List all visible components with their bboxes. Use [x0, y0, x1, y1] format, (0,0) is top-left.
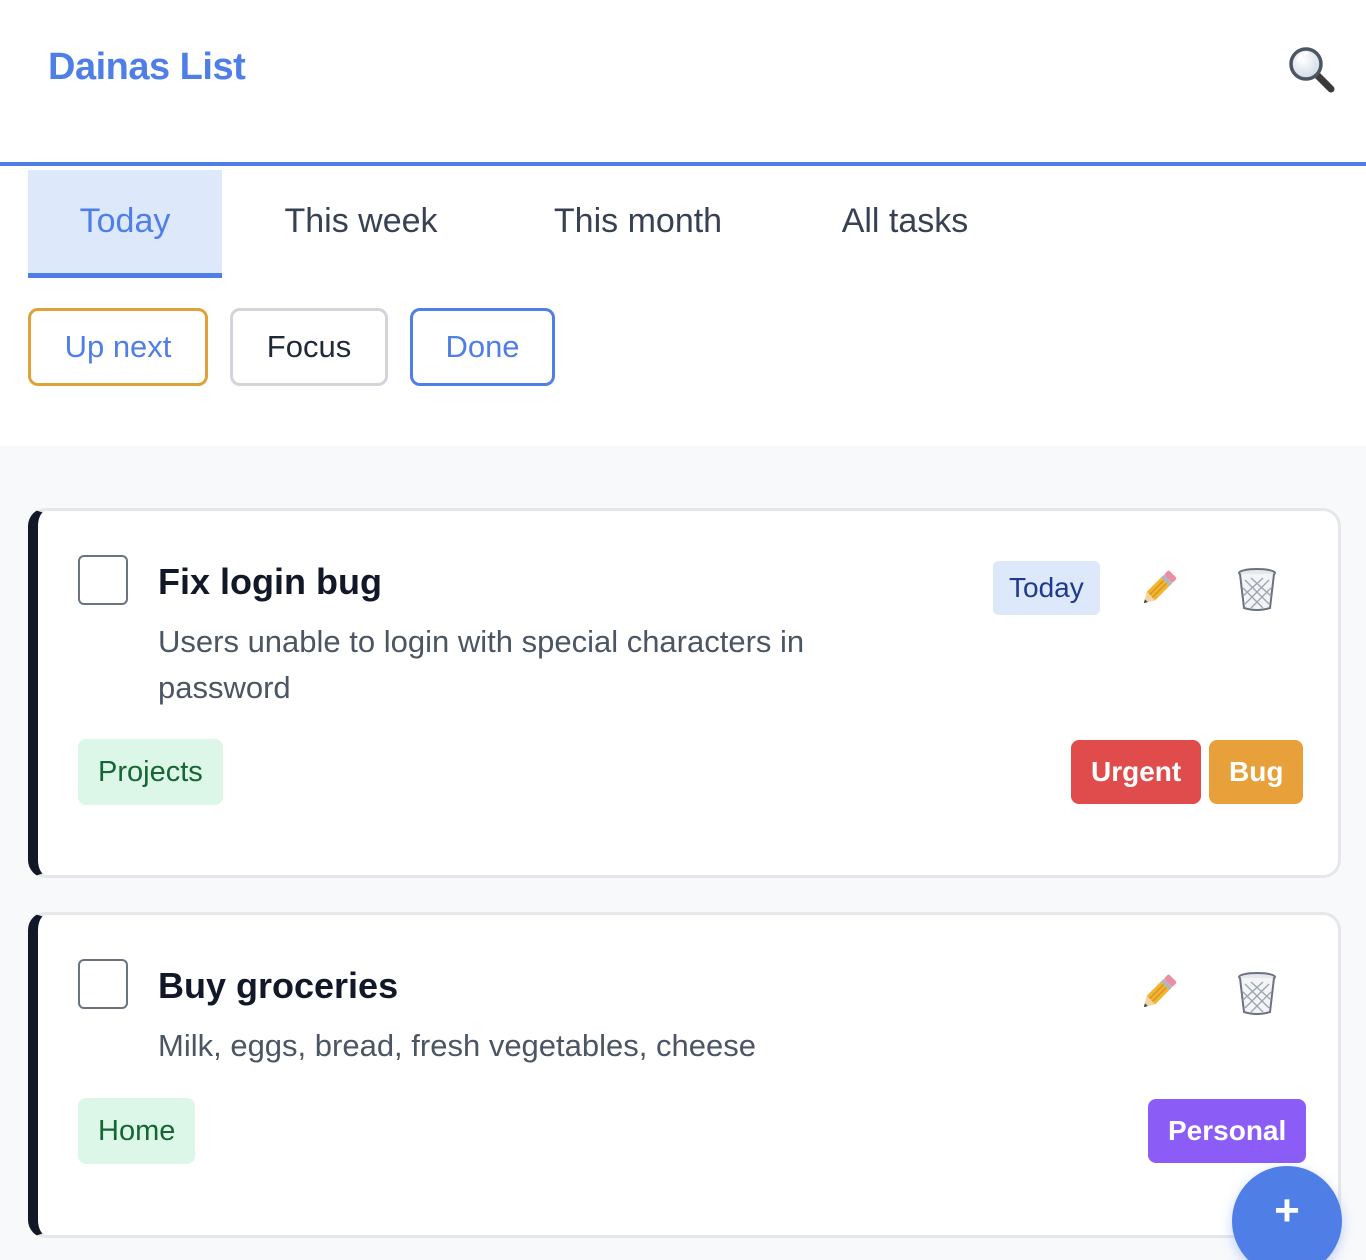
- category-chip: Projects: [78, 739, 223, 805]
- tab-this-month[interactable]: This month: [500, 170, 776, 278]
- category-chip: Home: [78, 1098, 196, 1164]
- tag-personal: Personal: [1148, 1099, 1307, 1163]
- tag-bug: Bug: [1209, 740, 1304, 804]
- search-button[interactable]: [1284, 42, 1340, 98]
- tag-urgent: Urgent: [1071, 740, 1202, 804]
- task-checkbox[interactable]: [78, 959, 128, 1009]
- task-list: Fix login bug Users unable to login with…: [0, 446, 1366, 1260]
- filter-chips: Up next Focus Done: [28, 308, 555, 386]
- filter-done[interactable]: Done: [410, 308, 555, 386]
- app-header: Dainas List: [0, 0, 1366, 166]
- delete-button[interactable]: [1229, 965, 1285, 1021]
- task-checkbox[interactable]: [78, 555, 128, 605]
- date-tabs: Today This week This month All tasks: [28, 170, 1034, 278]
- filter-focus[interactable]: Focus: [230, 308, 388, 386]
- task-title: Buy groceries: [158, 965, 399, 1006]
- filter-up-next[interactable]: Up next: [28, 308, 208, 386]
- edit-button[interactable]: [1130, 965, 1186, 1021]
- tab-this-week[interactable]: This week: [222, 170, 500, 278]
- trash-icon: [1238, 568, 1276, 611]
- app-title: Dainas List: [48, 46, 246, 88]
- task-card[interactable]: Buy groceries Milk, eggs, bread, fresh v…: [28, 912, 1341, 1238]
- search-icon: [1289, 47, 1335, 93]
- edit-button[interactable]: [1130, 561, 1186, 617]
- pencil-icon: [1143, 570, 1177, 604]
- delete-button[interactable]: [1229, 561, 1285, 617]
- task-title: Fix login bug: [158, 561, 382, 602]
- tab-all-tasks[interactable]: All tasks: [776, 170, 1034, 278]
- trash-icon: [1238, 972, 1276, 1015]
- tab-today[interactable]: Today: [28, 170, 222, 278]
- task-card[interactable]: Fix login bug Users unable to login with…: [28, 508, 1341, 878]
- pencil-icon: [1143, 974, 1177, 1008]
- due-badge: Today: [993, 561, 1100, 615]
- task-description: Milk, eggs, bread, fresh vegetables, che…: [158, 1028, 756, 1063]
- task-description: Users unable to login with special chara…: [158, 624, 805, 705]
